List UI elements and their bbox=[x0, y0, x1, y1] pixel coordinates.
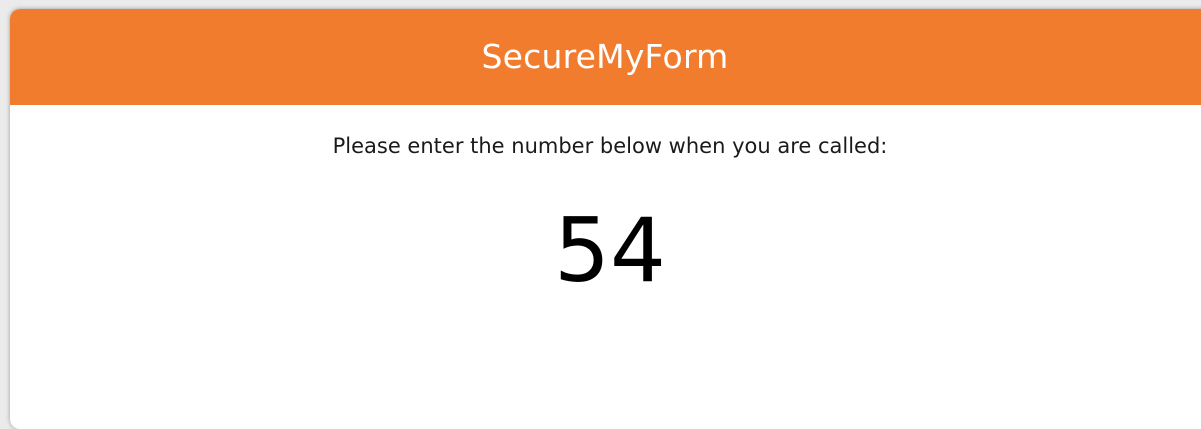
ticket-number: 54 bbox=[554, 199, 666, 302]
app-title: SecureMyForm bbox=[481, 36, 729, 76]
instruction-text: Please enter the number below when you a… bbox=[332, 134, 888, 158]
header-bar: SecureMyForm bbox=[10, 9, 1201, 105]
securemyform-dialog: SecureMyForm Please enter the number bel… bbox=[10, 9, 1201, 429]
dialog-body: Please enter the number below when you a… bbox=[10, 105, 1201, 425]
